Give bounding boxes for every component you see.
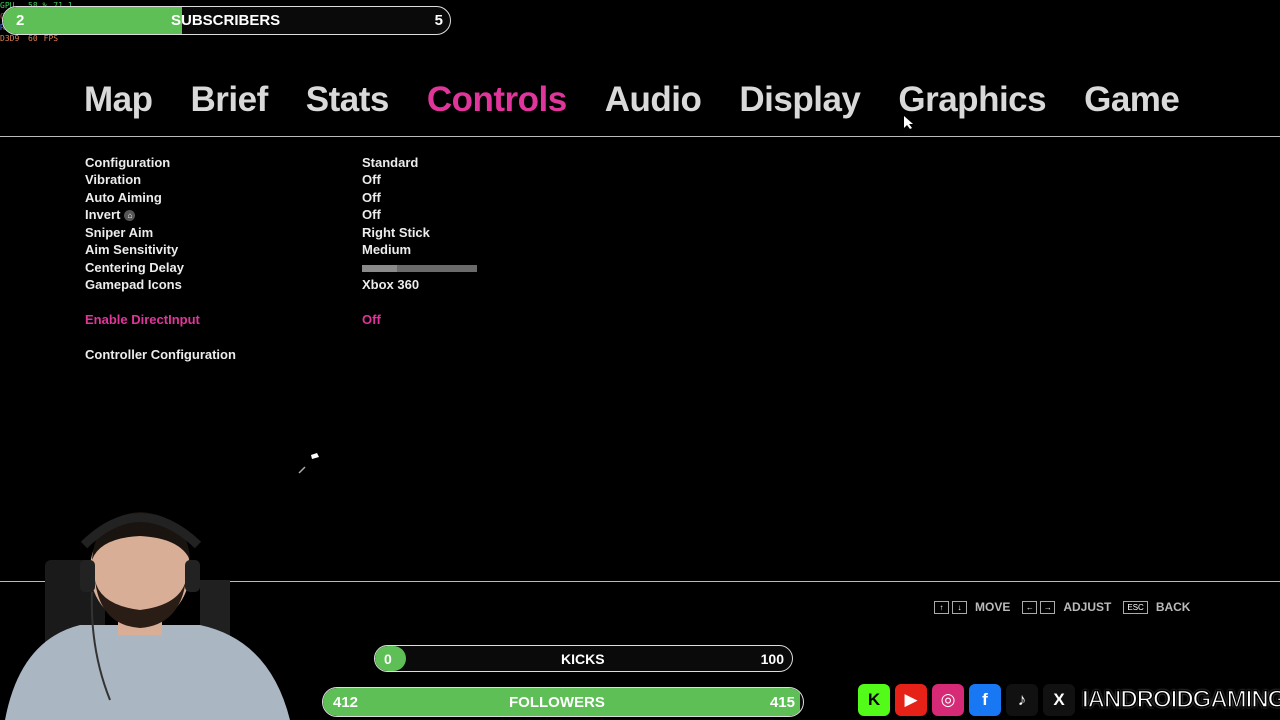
subscriber-progress-fill <box>3 7 182 34</box>
setting-invert[interactable]: Invert ⌂ Off <box>85 206 505 224</box>
setting-gamepad-icons[interactable]: Gamepad Icons Xbox 360 <box>85 276 505 294</box>
subscriber-label: SUBSCRIBERS <box>171 12 281 29</box>
setting-controller-configuration[interactable]: Controller Configuration <box>85 346 505 364</box>
mouse-icon: ⌂ <box>124 210 136 222</box>
slider-fill <box>362 265 397 272</box>
kick-icon[interactable]: K <box>858 684 890 716</box>
setting-vibration[interactable]: Vibration Off <box>85 171 505 189</box>
tab-controls[interactable]: Controls <box>427 80 567 120</box>
webcam-feed <box>5 512 290 720</box>
setting-auto-aiming[interactable]: Auto Aiming Off <box>85 188 505 206</box>
menu-tabs: Map Brief Stats Controls Audio Display Graphic… <box>84 80 1217 120</box>
setting-value: Off <box>362 207 381 222</box>
esc-key-icon: ESC <box>1123 600 1148 614</box>
left-arrow-key-icon: ← <box>1022 600 1038 614</box>
setting-configuration[interactable]: Configuration Standard <box>85 153 505 171</box>
tab-map[interactable]: Map <box>84 80 153 120</box>
right-arrow-key-icon: → <box>1040 600 1056 614</box>
setting-label: Vibration <box>85 172 142 187</box>
setting-label: Configuration <box>85 154 171 170</box>
control-hints: ↑ ↓ MOVE ← → ADJUST ESC BACK <box>934 600 1202 614</box>
setting-enable-directinput[interactable]: Enable DirectInput Off <box>85 311 505 329</box>
subscriber-goal: 5 <box>434 12 443 29</box>
adjust-hint-label: ADJUST <box>1063 600 1112 614</box>
kicks-goal: 100 <box>760 650 784 667</box>
move-hint-label: MOVE <box>975 600 1011 614</box>
kicks-goal-bar: 0 KICKS 100 <box>374 645 793 672</box>
loading-spinner-icon <box>298 453 319 474</box>
x-icon[interactable]: X <box>1043 684 1075 716</box>
tab-brief[interactable]: Brief <box>191 80 269 120</box>
kicks-current: 0 <box>384 650 392 667</box>
kicks-label: KICKS <box>561 650 605 667</box>
setting-label: Auto Aiming <box>85 189 162 205</box>
setting-label: Aim Sensitivity <box>85 242 179 257</box>
setting-value: Off <box>362 172 381 187</box>
setting-centering-delay[interactable]: Centering Delay <box>85 258 505 276</box>
subscriber-current: 2 <box>16 12 25 29</box>
tab-audio[interactable]: Audio <box>605 80 702 120</box>
facebook-icon[interactable]: f <box>969 684 1001 716</box>
subscriber-goal-bar: 2 SUBSCRIBERS 5 <box>2 6 451 35</box>
setting-value: Off <box>362 312 381 327</box>
tab-display[interactable]: Display <box>739 80 861 120</box>
centering-delay-slider[interactable] <box>362 265 477 272</box>
setting-label: Enable DirectInput <box>85 312 200 327</box>
followers-goal-bar: 412 FOLLOWERS 415 <box>322 687 804 717</box>
youtube-icon[interactable]: ▶ <box>895 684 927 716</box>
followers-current: 412 <box>333 693 359 711</box>
tab-stats[interactable]: Stats <box>306 80 390 120</box>
setting-label: Invert ⌂ <box>85 207 136 222</box>
tab-graphics[interactable]: Graphics <box>898 80 1046 120</box>
instagram-icon[interactable]: ◎ <box>932 684 964 716</box>
setting-label: Gamepad Icons <box>85 277 182 292</box>
setting-label: Centering Delay <box>85 259 184 275</box>
back-button[interactable]: BACK <box>1156 600 1191 614</box>
mouse-cursor-icon <box>904 116 913 129</box>
tab-game[interactable]: Game <box>1084 80 1180 120</box>
setting-value: Off <box>362 189 381 205</box>
setting-sniper-aim[interactable]: Sniper Aim Right Stick <box>85 223 505 241</box>
followers-label: FOLLOWERS <box>509 693 605 711</box>
tabs-divider <box>0 136 1280 137</box>
down-arrow-key-icon: ↓ <box>952 600 967 614</box>
setting-value: Standard <box>362 154 419 170</box>
setting-value: Xbox 360 <box>362 277 420 292</box>
channel-handle: IANDROIDGAMING <box>1081 685 1280 714</box>
followers-goal: 415 <box>769 693 795 711</box>
setting-value: Medium <box>362 242 412 257</box>
up-arrow-key-icon: ↑ <box>934 600 949 614</box>
setting-label: Controller Configuration <box>85 347 236 362</box>
setting-aim-sensitivity[interactable]: Aim Sensitivity Medium <box>85 241 505 259</box>
tiktok-icon[interactable]: ♪ <box>1006 684 1038 716</box>
setting-value: Right Stick <box>362 224 430 240</box>
social-links: K ▶ ◎ f ♪ X IANDROIDGAMING <box>858 684 1280 716</box>
setting-label: Sniper Aim <box>85 224 154 240</box>
